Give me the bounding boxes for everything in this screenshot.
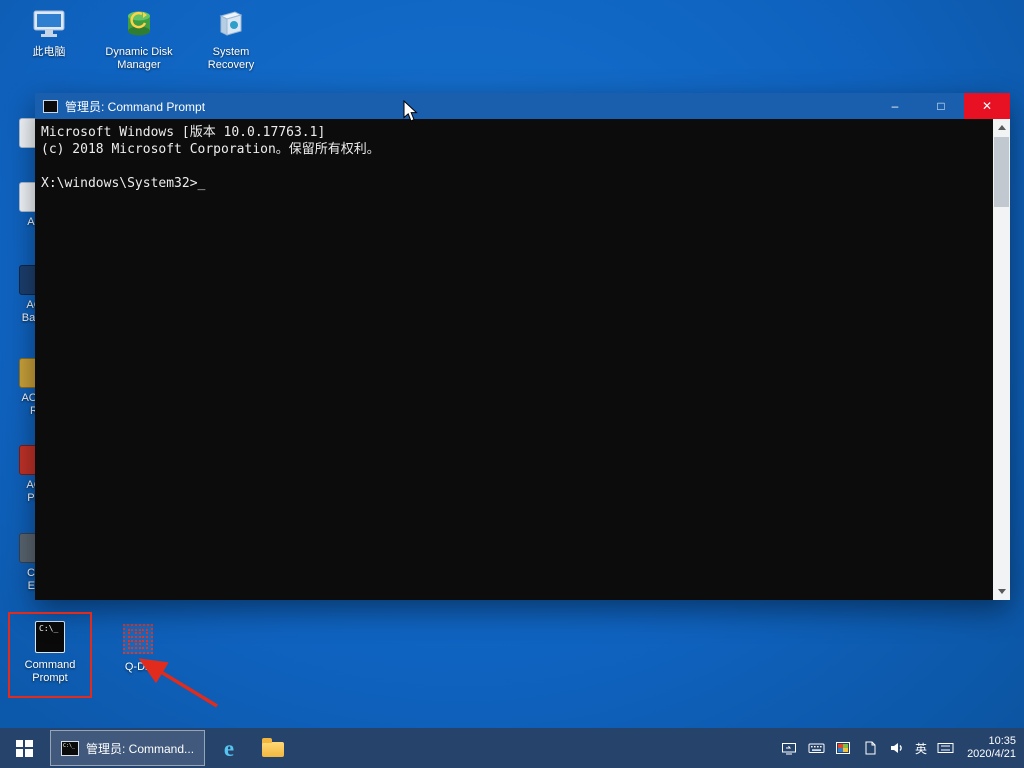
display-color-icon[interactable] (834, 739, 852, 757)
document-icon[interactable] (861, 739, 879, 757)
scrollbar[interactable] (993, 119, 1010, 600)
console-output: Microsoft Windows [版本 10.0.17763.1] (c) … (41, 124, 988, 192)
console-prompt: X:\windows\System32> (41, 176, 198, 191)
clock-date: 2020/4/21 (967, 748, 1016, 761)
desktop-icon-this-pc[interactable]: 此电脑 (6, 5, 92, 59)
desktop-icon-q-dir[interactable]: Q-Dir (110, 620, 166, 674)
minimize-button[interactable]: – (872, 93, 918, 119)
scrollbar-thumb[interactable] (994, 137, 1009, 207)
icon-label: Command Prompt (15, 659, 85, 685)
this-pc-icon (30, 5, 68, 43)
taskbar: C:\_ 管理员: Command... e (0, 728, 1024, 768)
icon-label: Q-Dir (125, 661, 151, 674)
desktop-icon-dynamic-disk-manager[interactable]: Dynamic Disk Manager (96, 5, 182, 72)
windows-logo-icon (16, 740, 33, 757)
cmd-icon: C:\_ (61, 741, 79, 756)
keyboard-icon[interactable] (807, 739, 825, 757)
q-dir-icon (119, 620, 157, 658)
window-title: 管理员: Command Prompt (65, 98, 872, 115)
taskbar-cmd-button[interactable]: C:\_ 管理员: Command... (50, 730, 205, 766)
icon-label: Dynamic Disk Manager (96, 46, 182, 72)
desktop-icon-system-recovery[interactable]: System Recovery (188, 5, 274, 72)
volume-icon[interactable] (888, 739, 906, 757)
console-line-blank (41, 158, 988, 175)
touch-keyboard-icon[interactable] (936, 739, 954, 757)
cmd-glyph: C:\_ (63, 743, 75, 749)
window-controls: – □ ✕ (872, 93, 1010, 119)
console-line: Microsoft Windows [版本 10.0.17763.1] (41, 124, 988, 141)
dynamic-disk-manager-icon (120, 5, 158, 43)
scroll-down-icon (998, 589, 1006, 594)
system-recovery-icon (212, 5, 250, 43)
internet-explorer-icon: e (224, 737, 234, 760)
cmd-glyph: C:\_ (39, 624, 58, 633)
language-indicator[interactable]: 英 (915, 740, 927, 757)
clock-time: 10:35 (967, 735, 1016, 748)
scroll-up-button[interactable] (993, 119, 1010, 136)
console-prompt-line: X:\windows\System32>_ (41, 175, 988, 192)
close-button[interactable]: ✕ (964, 93, 1010, 119)
maximize-button[interactable]: □ (918, 93, 964, 119)
folder-icon (262, 742, 284, 757)
cmd-window: 管理员: Command Prompt – □ ✕ Microsoft Wind… (35, 93, 1010, 600)
taskbar-button-label: 管理员: Command... (86, 740, 194, 757)
system-tray: 英 10:35 2020/4/21 (780, 728, 1024, 768)
taskbar-clock[interactable]: 10:35 2020/4/21 (963, 735, 1016, 761)
console[interactable]: Microsoft Windows [版本 10.0.17763.1] (c) … (35, 119, 1010, 600)
cmd-titlebar[interactable]: 管理员: Command Prompt – □ ✕ (35, 93, 1010, 119)
icon-label: 此电脑 (33, 46, 66, 59)
taskbar-ie-button[interactable]: e (207, 728, 251, 768)
text-cursor: _ (198, 176, 206, 191)
taskbar-explorer-button[interactable] (251, 728, 295, 768)
scroll-up-icon (998, 125, 1006, 130)
start-button[interactable] (0, 728, 48, 768)
second-screen-icon[interactable] (780, 739, 798, 757)
scroll-down-button[interactable] (993, 583, 1010, 600)
command-prompt-icon: C:\_ (31, 618, 69, 656)
console-line: (c) 2018 Microsoft Corporation。保留所有权利。 (41, 141, 988, 158)
cmd-icon (43, 100, 58, 113)
icon-label: System Recovery (188, 46, 274, 72)
desktop-icon-command-prompt[interactable]: C:\_ Command Prompt (8, 618, 92, 685)
